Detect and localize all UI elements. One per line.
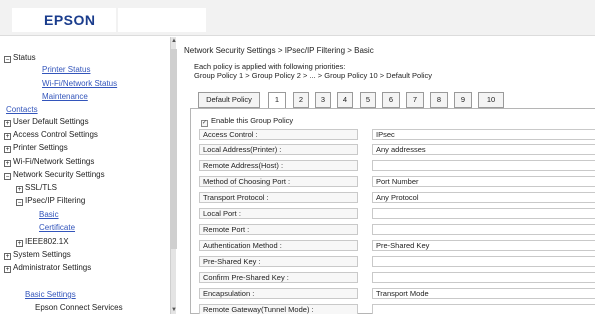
tab-policy-10[interactable]: 10 [478,92,504,108]
sidebar-menu: − Status Printer Status Wi-Fi/Network Sta… [0,37,170,314]
header-bar: EPSON [0,0,595,36]
value-method-choosing-port[interactable]: Port Number [372,176,595,187]
value-remote-address[interactable] [372,160,595,171]
tab-policy-2[interactable]: 2 [293,92,309,108]
row-local-port: Local Port : [199,208,595,220]
label-authentication-method: Authentication Method : [199,240,358,251]
scroll-thumb[interactable] [171,49,177,249]
label-local-address: Local Address(Printer) : [199,144,358,155]
expand-icon[interactable]: + [16,240,23,247]
sidebar-item-status[interactable]: − Status [4,53,36,63]
row-local-address: Local Address(Printer) : Any addresses [199,144,595,156]
sidebar-item-epson-connect[interactable]: Epson Connect Services [35,303,123,313]
scroll-up-icon[interactable]: ▲ [171,37,177,45]
priority-line-1: Each policy is applied with following pr… [194,62,346,71]
value-pre-shared-key[interactable] [372,256,595,267]
value-remote-gateway[interactable] [372,304,595,314]
label-access-control: Access Control : [199,129,358,140]
tab-policy-1[interactable]: 1 [268,92,286,109]
row-confirm-pre-shared-key: Confirm Pre-Shared Key : [199,272,595,284]
tab-policy-4[interactable]: 4 [337,92,353,108]
row-access-control: Access Control : IPsec [199,129,595,141]
tab-policy-5[interactable]: 5 [360,92,376,108]
row-remote-address: Remote Address(Host) : [199,160,595,172]
enable-label: Enable this Group Policy [211,116,294,125]
label-transport-protocol: Transport Protocol : [199,192,358,203]
priority-line-2: Group Policy 1 > Group Policy 2 > ... > … [194,71,433,80]
label-local-port: Local Port : [199,208,358,219]
sidebar-item-ssl-tls[interactable]: + SSL/TLS [16,183,57,193]
row-transport-protocol: Transport Protocol : Any Protocol [199,192,595,204]
value-confirm-pre-shared-key[interactable] [372,272,595,283]
enable-group-policy[interactable]: ✓ Enable this Group Policy [201,116,293,127]
label-confirm-pre-shared-key: Confirm Pre-Shared Key : [199,272,358,283]
value-transport-protocol[interactable]: Any Protocol [372,192,595,203]
breadcrumb: Network Security Settings > IPsec/IP Fil… [184,46,374,55]
collapse-icon[interactable]: − [16,199,23,206]
sidebar-item-access-control[interactable]: + Access Control Settings [4,130,98,140]
sidebar-item-printer-status[interactable]: Printer Status [42,65,90,75]
row-remote-port: Remote Port : [199,224,595,236]
sidebar-item-wifi-network-settings[interactable]: + Wi-Fi/Network Settings [4,157,94,167]
row-authentication-method: Authentication Method : Pre-Shared Key [199,240,595,252]
value-encapsulation[interactable]: Transport Mode [372,288,595,299]
policy-panel: ✓ Enable this Group Policy Access Control… [190,108,595,314]
label-method-choosing-port: Method of Choosing Port : [199,176,358,187]
sidebar-item-basic[interactable]: Basic [39,210,59,220]
sidebar-item-administrator[interactable]: + Administrator Settings [4,263,91,273]
sidebar-item-contacts[interactable]: Contacts [6,105,38,115]
sidebar-scrollbar[interactable]: ▲ ▼ [170,37,177,314]
collapse-icon[interactable]: − [4,56,11,63]
value-local-port[interactable] [372,208,595,219]
row-remote-gateway: Remote Gateway(Tunnel Mode) : [199,304,595,314]
tab-policy-7[interactable]: 7 [406,92,424,108]
enable-checkbox[interactable]: ✓ [201,120,208,127]
scroll-down-icon[interactable]: ▼ [171,306,177,314]
tab-policy-8[interactable]: 8 [430,92,448,108]
expand-icon[interactable]: + [4,266,11,273]
label-remote-gateway: Remote Gateway(Tunnel Mode) : [199,304,358,314]
value-authentication-method[interactable]: Pre-Shared Key [372,240,595,251]
sidebar-item-system-settings[interactable]: + System Settings [4,250,71,260]
value-remote-port[interactable] [372,224,595,235]
expand-icon[interactable]: + [4,160,11,167]
collapse-icon[interactable]: − [4,173,11,180]
sidebar-item-network-security[interactable]: − Network Security Settings [4,170,105,180]
sidebar-item-ieee8021x[interactable]: + IEEE802.1X [16,237,69,247]
tab-default-policy[interactable]: Default Policy [198,92,260,108]
expand-icon[interactable]: + [4,120,11,127]
label-pre-shared-key: Pre-Shared Key : [199,256,358,267]
row-pre-shared-key: Pre-Shared Key : [199,256,595,268]
priority-description: Each policy is applied with following pr… [194,62,432,80]
sidebar-item-printer-settings[interactable]: + Printer Settings [4,143,68,153]
value-local-address[interactable]: Any addresses [372,144,595,155]
expand-icon[interactable]: + [4,133,11,140]
sidebar-item-wifi-network-status[interactable]: Wi-Fi/Network Status [42,79,117,89]
label-encapsulation: Encapsulation : [199,288,358,299]
row-encapsulation: Encapsulation : Transport Mode [199,288,595,300]
label-remote-address: Remote Address(Host) : [199,160,358,171]
header-band [118,8,206,32]
epson-logo: EPSON [12,8,116,32]
sidebar-item-basic-settings[interactable]: Basic Settings [25,290,76,300]
label-remote-port: Remote Port : [199,224,358,235]
tab-policy-3[interactable]: 3 [315,92,331,108]
main-content: Network Security Settings > IPsec/IP Fil… [178,37,595,314]
row-method-choosing-port: Method of Choosing Port : Port Number [199,176,595,188]
expand-icon[interactable]: + [4,146,11,153]
value-access-control[interactable]: IPsec [372,129,595,140]
tab-policy-9[interactable]: 9 [454,92,472,108]
sidebar-item-certificate[interactable]: Certificate [39,223,75,233]
sidebar-item-user-default[interactable]: + User Default Settings [4,117,89,127]
sidebar-item-ipsec[interactable]: − IPsec/IP Filtering [16,196,85,206]
expand-icon[interactable]: + [16,186,23,193]
expand-icon[interactable]: + [4,253,11,260]
tab-policy-6[interactable]: 6 [382,92,400,108]
sidebar-item-maintenance[interactable]: Maintenance [42,92,88,102]
